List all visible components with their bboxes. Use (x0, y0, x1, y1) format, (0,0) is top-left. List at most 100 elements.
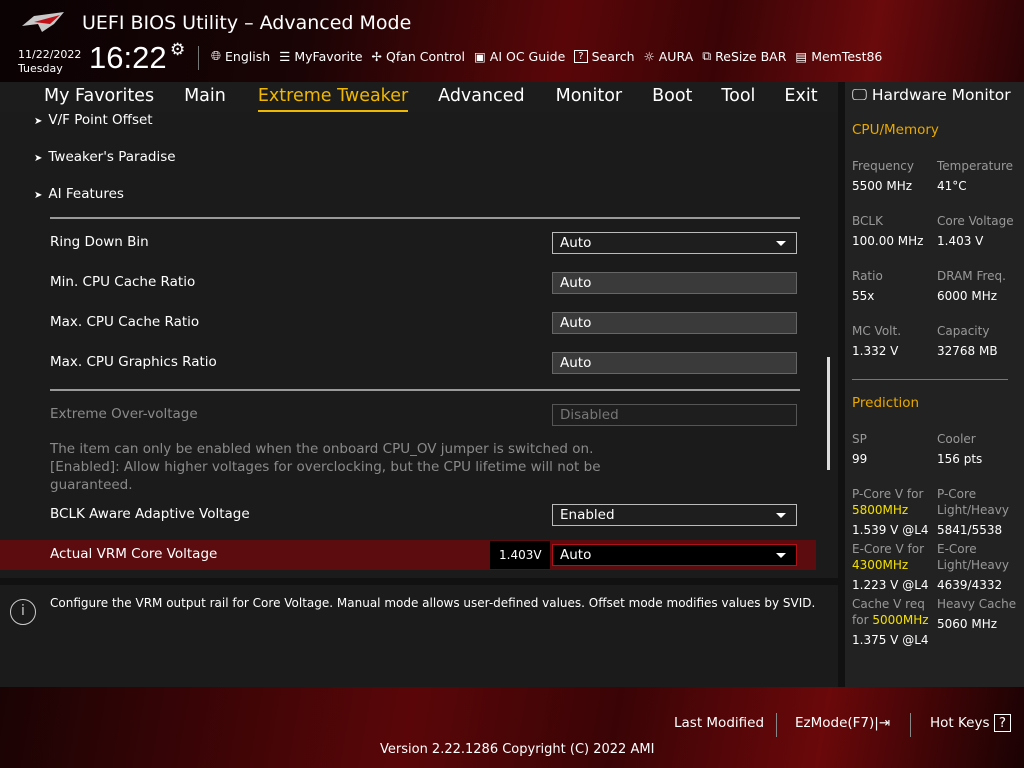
label: AI OC Guide (489, 48, 566, 64)
info-icon: i (10, 599, 36, 625)
tab-boot[interactable]: Boot (652, 82, 692, 112)
submenu-ai-features[interactable]: ➤ AI Features (34, 186, 124, 202)
language-button[interactable]: 🌐︎ English (211, 48, 270, 64)
value: 1.223 V @L4 (852, 578, 929, 592)
setting-label: Extreme Over-voltage (50, 406, 198, 422)
label: Temperature (937, 159, 1014, 173)
label: Cache V req (852, 597, 925, 611)
divider (910, 713, 911, 737)
chevron-down-icon (776, 513, 786, 518)
label: Tweaker's Paradise (48, 149, 176, 165)
value: 99 (852, 452, 868, 466)
setting-label: Max. CPU Graphics Ratio (50, 354, 217, 370)
tab-main[interactable]: Main (184, 82, 226, 112)
label: E-Core (937, 542, 977, 556)
aura-button[interactable]: ☼ AURA (644, 48, 694, 64)
value: 1.332 V (852, 344, 899, 358)
divider (50, 389, 800, 391)
bclk-aware-dropdown[interactable]: Enabled (552, 504, 797, 526)
chevron-down-icon (776, 553, 786, 558)
hot-keys-button[interactable]: Hot Keys ? (930, 714, 1011, 732)
value: 6000 MHz (937, 289, 998, 303)
arrow-right-icon: ➤ (34, 153, 43, 164)
label: Heavy Cache (937, 597, 1017, 611)
label: English (225, 48, 271, 64)
tab-tool[interactable]: Tool (721, 82, 755, 112)
value: 5500 MHz (852, 179, 913, 193)
extreme-overvoltage-dropdown: Disabled (552, 404, 797, 426)
divider (50, 217, 800, 219)
globe-icon: 🌐︎ (211, 48, 222, 63)
value: 100.00 MHz (852, 234, 924, 248)
ezmode-button[interactable]: EzMode(F7)|⇥ (795, 715, 890, 731)
value: 5060 MHz (937, 617, 998, 631)
submenu-vf-point-offset[interactable]: ➤ V/F Point Offset (34, 112, 153, 128)
label: EzMode(F7) (795, 715, 875, 731)
description: guaranteed. (50, 477, 133, 493)
fan-icon: ✢ (371, 48, 382, 64)
value: 41°C (937, 179, 967, 193)
resize-bar-icon: ⧉ (702, 48, 712, 63)
value: 1.375 V @L4 (852, 633, 929, 647)
tab-exit[interactable]: Exit (784, 82, 817, 112)
label: Light/Heavy (937, 558, 1009, 572)
main-nav: My Favorites Main Extreme Tweaker Advanc… (0, 82, 838, 112)
tab-monitor[interactable]: Monitor (556, 82, 623, 112)
min-cpu-cache-ratio-input[interactable]: Auto (552, 272, 797, 294)
qfan-button[interactable]: ✢ Qfan Control (372, 48, 465, 64)
label: Ratio (852, 269, 883, 283)
divider (198, 46, 199, 70)
help-text: Configure the VRM output rail for Core V… (50, 596, 816, 610)
divider (776, 713, 777, 737)
max-cpu-cache-ratio-input[interactable]: Auto (552, 312, 797, 334)
label: ReSize BAR (715, 48, 787, 64)
arrow-right-icon: ➤ (34, 190, 43, 201)
label: AURA (658, 48, 694, 64)
section-title: CPU/Memory (852, 122, 939, 138)
clock: 16:22 (89, 40, 167, 75)
label: DRAM Freq. (937, 269, 1006, 283)
chevron-down-icon (776, 241, 786, 246)
max-cpu-graphics-ratio-input[interactable]: Auto (552, 352, 797, 374)
scrollbar[interactable] (827, 357, 830, 470)
title: Hardware Monitor (871, 86, 1011, 104)
divider (852, 379, 1008, 380)
ring-down-bin-dropdown[interactable]: Auto (552, 232, 797, 254)
vrm-core-voltage-dropdown[interactable]: Auto (552, 544, 797, 566)
tab-extreme-tweaker[interactable]: Extreme Tweaker (257, 82, 409, 112)
value: Enabled (560, 507, 615, 523)
setting-label: Min. CPU Cache Ratio (50, 274, 196, 290)
label: Capacity (937, 324, 990, 338)
hardware-monitor: 🖵︎ Hardware Monitor CPU/Memory Frequency… (845, 82, 1024, 687)
label: Search (591, 48, 635, 64)
setting-label: Ring Down Bin (50, 234, 149, 250)
value: 4639/4332 (937, 578, 1003, 592)
label: AI Features (48, 186, 124, 202)
ai-oc-guide-button[interactable]: ▣ AI OC Guide (474, 48, 565, 64)
label: BCLK (852, 214, 883, 228)
version-text: Version 2.22.1286 Copyright (C) 2022 AMI (380, 742, 655, 757)
tab-my-favorites[interactable]: My Favorites (44, 82, 154, 112)
label: MemTest86 (811, 48, 883, 64)
label: Core Voltage (937, 214, 1014, 228)
label: V/F Point Offset (48, 112, 153, 128)
ai-chip-icon: ▣ (473, 48, 486, 64)
last-modified-button[interactable]: Last Modified (674, 715, 764, 731)
submenu-tweakers-paradise[interactable]: ➤ Tweaker's Paradise (34, 149, 176, 165)
value: Auto (560, 235, 592, 251)
resize-bar-button[interactable]: ⧉ ReSize BAR (702, 48, 786, 64)
gear-icon[interactable]: ⚙ (170, 40, 185, 60)
search-button[interactable]: ? Search (574, 48, 635, 64)
memory-icon: ▤ (795, 48, 808, 64)
footer: Last Modified EzMode(F7)|⇥ Hot Keys ? Ve… (0, 687, 1024, 768)
label: SP (852, 432, 867, 446)
date: 11/22/2022 Tuesday (18, 48, 81, 76)
value: 1.539 V @L4 (852, 523, 929, 537)
value: 156 pts (937, 452, 983, 466)
label: Frequency (852, 159, 914, 173)
myfavorite-button[interactable]: ☰ MyFavorite (279, 48, 362, 64)
label: Qfan Control (386, 48, 465, 64)
tab-advanced[interactable]: Advanced (438, 82, 524, 112)
memtest-button[interactable]: ▤ MemTest86 (795, 48, 882, 64)
label: E-Core V for (852, 542, 925, 556)
